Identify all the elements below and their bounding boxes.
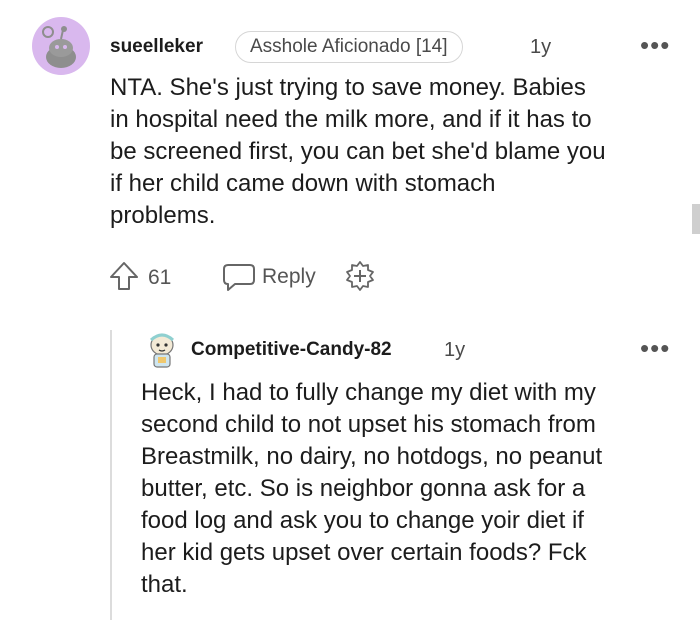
thread-line[interactable] — [110, 330, 112, 620]
comment-line: problems. — [110, 202, 216, 229]
reply-line: food log and ask you to change yoir diet… — [141, 507, 584, 534]
reply-line: that. — [141, 571, 188, 598]
scrollbar-thumb[interactable] — [692, 204, 700, 234]
reply-button[interactable]: Reply — [222, 262, 322, 292]
comment-bubble-icon — [223, 264, 255, 291]
downvote-button[interactable] — [178, 262, 206, 290]
comment-line: in hospital need the milk more, and if i… — [110, 106, 592, 133]
comment-line: if her child came down with stomach — [110, 170, 496, 197]
comment-body: NTA. She's just trying to save money. Ba… — [110, 72, 606, 232]
reply-line: her kid gets upset over certain foods? F… — [141, 539, 587, 566]
reply-age: 1y — [444, 339, 466, 361]
reply-body: Heck, I had to fully change my diet with… — [141, 377, 602, 601]
reply-avatar[interactable] — [142, 330, 182, 370]
reply-more-options-button[interactable]: ••• — [640, 335, 670, 361]
comment-line: be screened first, you can bet she'd bla… — [110, 138, 606, 165]
upvote-button[interactable] — [108, 260, 140, 292]
reply-line: Breastmilk, no dairy, no hotdogs, no pea… — [141, 443, 603, 470]
reply-line: butter, etc. So is neighbor gonna ask fo… — [141, 475, 586, 502]
reply-username[interactable]: Competitive-Candy-82 — [191, 339, 392, 361]
award-button[interactable] — [344, 260, 376, 292]
user-flair: Asshole Aficionado [14] — [235, 31, 463, 63]
reply-line: Heck, I had to fully change my diet with… — [141, 379, 596, 406]
comment-line: NTA. She's just trying to save money. Ba… — [110, 74, 586, 101]
more-options-button[interactable]: ••• — [640, 32, 670, 58]
reply-label: Reply — [262, 265, 316, 288]
award-plus-icon — [346, 261, 374, 291]
comment-age: 1y — [530, 36, 552, 58]
upvote-icon — [110, 262, 138, 290]
reply-line: second child to not upset his stomach fr… — [141, 411, 596, 438]
vote-count: 61 — [148, 266, 172, 289]
username[interactable]: sueelleker — [110, 36, 203, 58]
avatar[interactable] — [32, 17, 90, 75]
